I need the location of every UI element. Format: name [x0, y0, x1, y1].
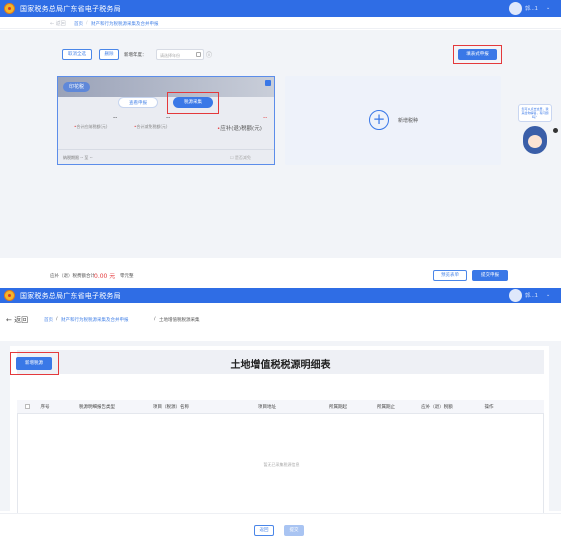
card-checkbox[interactable]	[265, 80, 271, 86]
table-title: 土地增值税税源明细表	[230, 360, 331, 371]
year-select[interactable]: 请选择年份	[156, 49, 204, 60]
total-amount: 0.00 元	[94, 273, 116, 280]
back-button[interactable]: 返回	[254, 525, 274, 536]
col-period-end: 所属期止	[377, 405, 395, 410]
tax-period: 纳税期限 -- 至 --	[63, 155, 93, 160]
breadcrumb-separator: /	[154, 317, 156, 322]
col-index: 序号	[40, 405, 50, 410]
col-address: 项目地址	[258, 405, 276, 410]
label-reduced: •合计减免税额(元)	[134, 124, 168, 129]
add-tax-card[interactable]: + 新增税种	[285, 76, 501, 165]
breadcrumb-current: 土地增值税税源采集	[159, 318, 200, 323]
tax-logo-icon	[4, 3, 15, 14]
assistant-avatar-icon[interactable]	[523, 126, 547, 154]
year-placeholder: 请选择年份	[160, 52, 180, 58]
breadcrumb-separator: /	[56, 317, 58, 322]
view-declaration-button[interactable]: 查看申报	[118, 97, 158, 108]
col-report-type: 税源明细报告类型	[79, 405, 115, 410]
plus-icon[interactable]: +	[369, 110, 389, 130]
detail-card: 土地增值税税源明细表 新增税源 序号 税源明细报告类型 项目（税源）名称 项目地…	[10, 346, 549, 514]
user-avatar-icon[interactable]	[509, 289, 522, 302]
breadcrumb-2: ← 返回 首页 / 财产和行为税税源采集及合并申报 / 土地增值税税源采集	[0, 303, 561, 341]
breadcrumb: ← 返回 首页 / 财产和行为税税源采集及合并申报	[0, 17, 561, 29]
delete-button[interactable]: 删除	[99, 49, 119, 60]
col-period-start: 所属期起	[329, 405, 347, 410]
label-refund: •应补(退)税额(元)	[217, 126, 262, 132]
table-body: 暂无已采集税源信息	[17, 414, 544, 514]
card-footer: 纳税期限 -- 至 -- ☐ 是否减免	[58, 149, 274, 164]
close-assistant-icon[interactable]	[553, 128, 558, 133]
select-all-checkbox[interactable]	[25, 404, 30, 409]
submit-button[interactable]: 提交	[284, 525, 304, 536]
site-title: 国家税务总局广东省电子税务局	[20, 292, 121, 300]
user-avatar-icon[interactable]	[509, 2, 522, 15]
col-tax-amount: 应补（退）税额	[421, 405, 453, 410]
calendar-icon	[196, 52, 201, 57]
breadcrumb-separator: /	[86, 20, 88, 26]
info-icon[interactable]: ⓘ	[206, 50, 212, 59]
amount-payable: --	[113, 114, 118, 121]
empty-state-text: 暂无已采集税源信息	[263, 462, 300, 467]
table-title-bar: 土地增值税税源明细表	[17, 350, 544, 374]
add-tax-label: 新增税种	[398, 118, 419, 124]
amount-refund: --	[263, 114, 268, 121]
total-in-words: 零元整	[120, 274, 134, 279]
stamp-tax-card[interactable]: 印花税 查看申报 税源采集 -- -- -- •合计应纳税额(元) •合计减免税…	[57, 76, 275, 165]
year-label: 新增年度：	[124, 53, 147, 58]
top-header-2: 国家税务总局广东省电子税务局 郭...1 ⌄	[0, 288, 561, 303]
tax-source-collect-button[interactable]: 税源采集	[173, 97, 213, 108]
tax-logo-icon	[4, 290, 15, 301]
add-tax-source-button[interactable]: 新增税源	[16, 357, 52, 370]
chevron-down-icon[interactable]: ⌄	[546, 5, 550, 11]
summary-bar: 应补（退）税费额合计 0.00 元 零元整 预览表单 提交申报	[0, 258, 561, 288]
site-title: 国家税务总局广东省电子税务局	[20, 5, 121, 13]
action-footer: 返回 提交	[0, 513, 561, 539]
table-header: 序号 税源明细报告类型 项目（税源）名称 项目地址 所属期起 所属期止 应补（退…	[17, 400, 544, 414]
user-name[interactable]: 郭...1	[525, 5, 538, 12]
breadcrumb-home[interactable]: 首页	[74, 21, 83, 27]
deselect-all-button[interactable]: 取消全选	[62, 49, 92, 60]
submit-declaration-button[interactable]: 提交申报	[472, 270, 508, 281]
tax-name-badge: 印花税	[63, 82, 91, 92]
col-actions: 操作	[484, 405, 494, 410]
back-link[interactable]: ← 返回	[50, 20, 66, 27]
user-name[interactable]: 郭...1	[525, 292, 538, 299]
top-header: 国家税务总局广东省电子税务局 郭...1 ⌄	[0, 0, 561, 17]
back-link[interactable]: ← 返回	[6, 315, 28, 325]
reduction-toggle[interactable]: ☐ 是否减免	[230, 155, 251, 161]
amount-reduced: --	[166, 114, 171, 121]
form-declare-button[interactable]: 填表式申报	[458, 49, 497, 60]
chevron-down-icon[interactable]: ⌄	[546, 292, 550, 298]
breadcrumb-home[interactable]: 首页	[44, 317, 53, 323]
col-project-name: 项目（税源）名称	[153, 405, 189, 410]
total-label: 应补（退）税费额合计	[50, 274, 95, 279]
help-bubble[interactable]: 您可以点击这里，我来给你解答，有问题吗？	[518, 104, 552, 122]
label-payable: •合计应纳税额(元)	[74, 124, 108, 129]
preview-form-button[interactable]: 预览表单	[433, 270, 467, 281]
breadcrumb-current[interactable]: 财产和行为税税源采集及合并申报	[91, 21, 159, 27]
card-header: 印花税	[58, 77, 274, 97]
breadcrumb-middle[interactable]: 财产和行为税税源采集及合并申报	[61, 317, 129, 323]
